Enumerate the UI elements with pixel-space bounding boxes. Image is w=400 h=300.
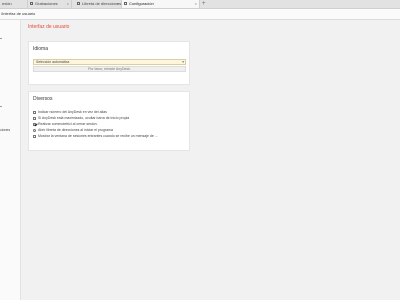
tab-recordings[interactable]: Grabaciones ×: [28, 0, 72, 8]
chevron-down-icon: ▾: [182, 60, 184, 64]
address-path: /Interfaz de usuario: [1, 11, 36, 16]
sidebar-item-marker[interactable]: [0, 38, 2, 39]
option-open-address-book[interactable]: Abrir libreta de direcciones al iniciar …: [33, 128, 113, 133]
option-label: Realizar commutetrici al cerrar sesión.: [38, 122, 98, 126]
sidebar-item-marker[interactable]: [0, 106, 2, 107]
option-show-incoming[interactable]: Mostrar la ventana de sesiones entrantes…: [33, 134, 158, 139]
sidebar-item-label[interactable]: ciones: [0, 128, 10, 132]
address-bar[interactable]: /Interfaz de usuario: [0, 9, 400, 20]
new-tab-button[interactable]: +: [202, 0, 206, 8]
section-title: Idioma: [33, 46, 49, 52]
close-icon[interactable]: ×: [117, 0, 119, 8]
tab-bar: exión Grabaciones × Libreta de direccion…: [0, 0, 400, 9]
tab-label: Libreta de direcciones: [82, 1, 122, 6]
option-label: Mostrar la ventana de sesiones entrantes…: [38, 134, 158, 138]
tab-settings[interactable]: Configuración ×: [122, 0, 200, 8]
recording-icon: [30, 2, 33, 6]
option-label: Abrir libreta de direcciones al iniciar …: [38, 128, 113, 132]
option-hide-taskbar[interactable]: Si AnyDesk está maximizado, ocultar barr…: [33, 116, 129, 121]
tab-address-book[interactable]: Libreta de direcciones ×: [75, 0, 122, 8]
option-label: Si AnyDesk está maximizado, ocultar barr…: [38, 116, 130, 120]
tab-label: Grabaciones: [35, 1, 58, 6]
address-book-icon: [77, 2, 80, 6]
checkbox[interactable]: [33, 116, 36, 120]
option-logout[interactable]: Realizar commutetrici al cerrar sesión.: [33, 122, 98, 127]
checkbox[interactable]: [33, 134, 36, 138]
language-card: Idioma Selección automática ▾ Por favor,…: [28, 41, 190, 85]
tab-label: Configuración: [129, 1, 154, 6]
wrench-icon: [124, 2, 127, 6]
checkbox[interactable]: [33, 122, 36, 126]
tab-label: exión: [2, 1, 12, 6]
restart-hint: Por favor, reinicie AnyDesk.: [33, 66, 186, 72]
close-icon[interactable]: ×: [67, 0, 69, 8]
misc-card: Diversos Indicar número del AnyDesk en v…: [28, 91, 190, 151]
section-title: Diversos: [33, 96, 53, 102]
language-select-value: Selección automática: [36, 60, 70, 64]
tab-connection[interactable]: exión: [0, 0, 28, 8]
close-icon[interactable]: ×: [195, 0, 197, 8]
language-select[interactable]: Selección automática ▾: [33, 59, 186, 65]
option-show-id[interactable]: Indicar número del AnyDesk en vez del al…: [33, 110, 107, 115]
option-label: Indicar número del AnyDesk en vez del al…: [38, 110, 107, 114]
page-title: Interfaz de usuario: [28, 24, 70, 30]
checkbox[interactable]: [33, 110, 36, 114]
radio-button[interactable]: [33, 128, 36, 132]
settings-sidebar: ciones: [0, 20, 21, 300]
